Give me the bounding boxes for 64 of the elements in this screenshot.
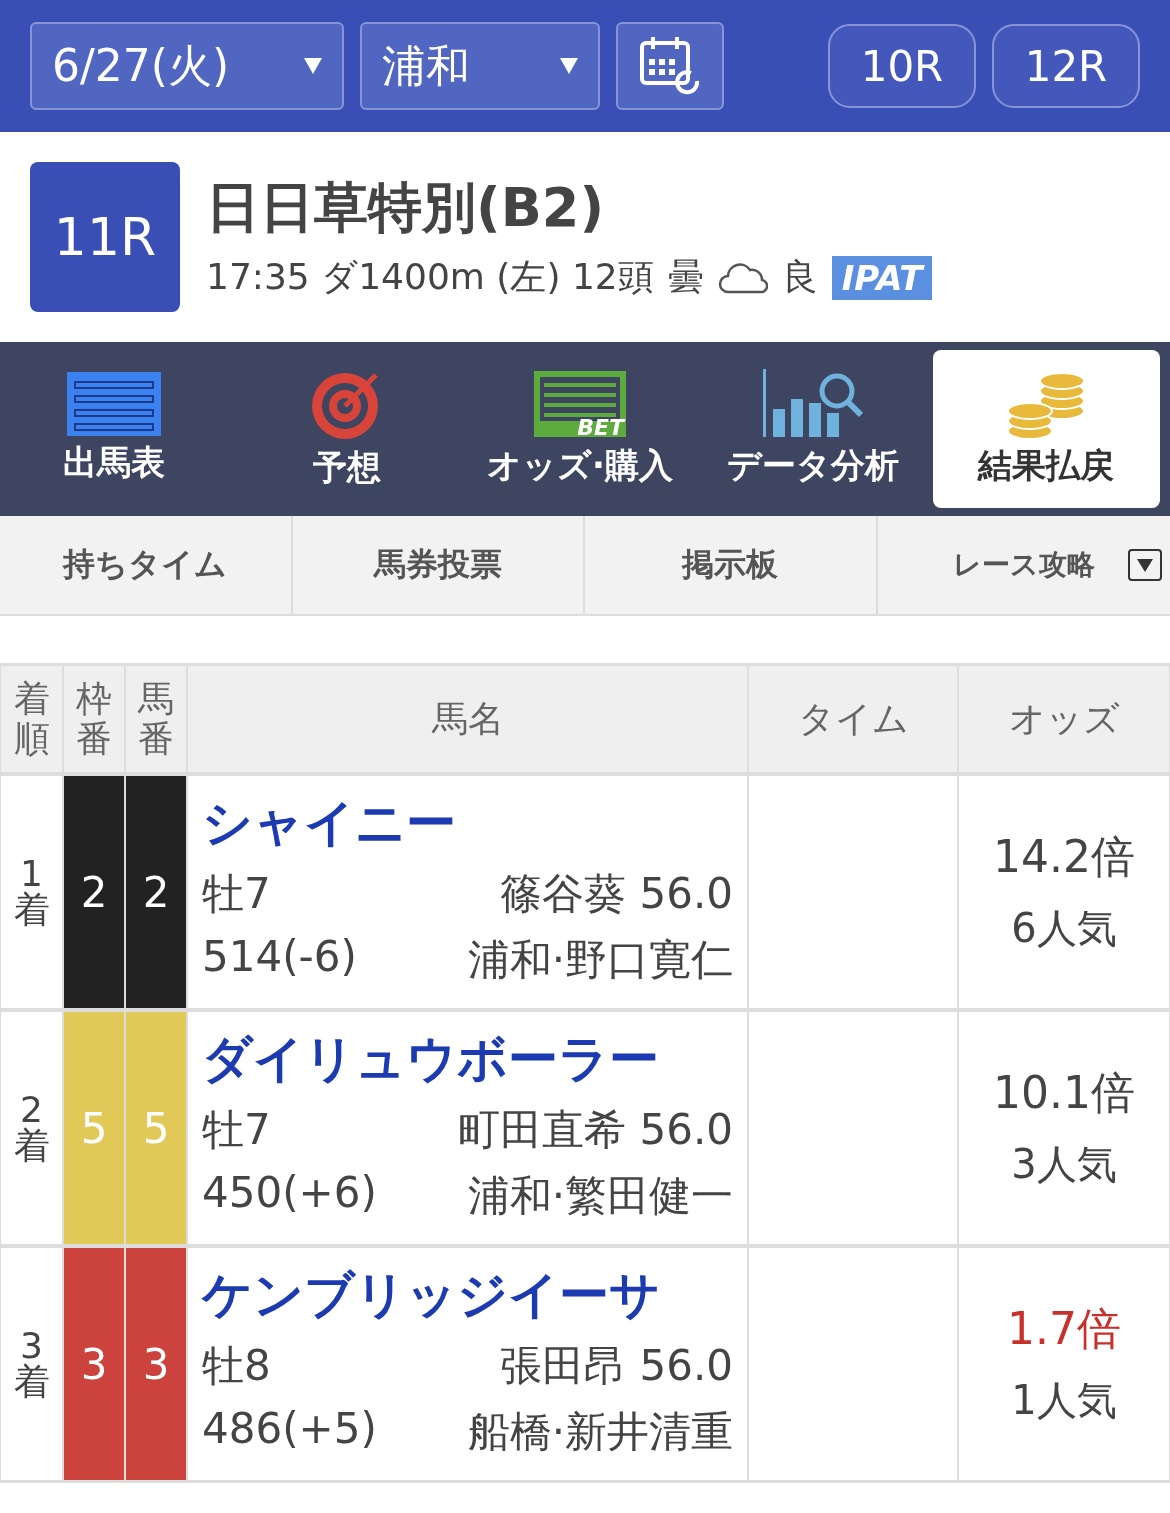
frame-number: 5: [63, 1011, 125, 1247]
calendar-icon: [639, 35, 701, 97]
next-race-button[interactable]: 12R: [992, 24, 1140, 108]
date-dropdown[interactable]: 6/27(火): [30, 22, 344, 110]
nav-tab[interactable]: 予想: [233, 350, 461, 508]
trainer: 浦和·繁田健一: [467, 1170, 733, 1222]
jockey-weight: 張田昂 56.0: [500, 1340, 733, 1392]
sub-tab[interactable]: 掲示板: [585, 516, 878, 614]
trainer: 浦和·野口寛仁: [467, 934, 733, 986]
frame-number: 3: [63, 1247, 125, 1483]
column-header: 馬番: [125, 663, 187, 775]
previous-race-button[interactable]: 10R: [828, 24, 976, 108]
column-header: 着順: [0, 663, 63, 775]
caret-icon: [304, 58, 322, 74]
list-icon: [66, 372, 161, 436]
horse-name[interactable]: ケンブリッジイーサ: [202, 1262, 733, 1329]
dropdown-icon: [1128, 549, 1162, 581]
nav-tab[interactable]: 結果払戻: [932, 350, 1160, 508]
jockey-weight: 町田直希 56.0: [458, 1104, 733, 1156]
column-header: 枠番: [63, 663, 125, 775]
column-header: オッズ: [958, 663, 1170, 775]
calendar-button[interactable]: [616, 22, 724, 110]
chart-search-icon: [763, 369, 864, 439]
horse-number: 2: [125, 775, 187, 1011]
nav-tab[interactable]: BET オッズ·購入: [466, 350, 694, 508]
venue-dropdown[interactable]: 浦和: [360, 22, 600, 110]
finish-place: 2 着: [13, 1092, 50, 1164]
weather-label: 曇: [667, 255, 704, 299]
horse-name[interactable]: ダイリュウボーラー: [202, 1026, 733, 1093]
frame-number: 2: [63, 775, 125, 1011]
odds: 10.1倍: [993, 1066, 1135, 1120]
horse-name[interactable]: シャイニー: [202, 790, 733, 857]
sub-tab[interactable]: 持ちタイム: [0, 516, 293, 614]
race-details: 17:35 ダ1400m (左) 12頭: [206, 255, 654, 299]
odds: 14.2倍: [993, 830, 1135, 884]
sex-age: 牡7: [202, 1104, 271, 1156]
race-name: 日日草特別(B2): [206, 175, 606, 241]
horse-number: 5: [125, 1011, 187, 1247]
race-number: 11R: [30, 162, 180, 312]
sub-tab[interactable]: 馬券投票: [292, 516, 585, 614]
sex-age: 牡8: [202, 1340, 271, 1392]
body-weight: 514(-6): [202, 932, 357, 983]
going-label: 良: [781, 255, 818, 299]
trainer: 船橋·新井清重: [467, 1406, 733, 1458]
sub-tab[interactable]: レース攻略: [877, 516, 1170, 614]
jockey-weight: 篠谷葵 56.0: [500, 868, 733, 920]
nav-tab[interactable]: データ分析: [699, 350, 927, 508]
popularity: 1人気: [1011, 1376, 1117, 1425]
popularity: 3人気: [1011, 1140, 1117, 1189]
column-header: 馬名: [187, 663, 748, 775]
cloud-icon: [717, 261, 768, 294]
body-weight: 450(+6): [202, 1168, 377, 1219]
column-header: タイム: [748, 663, 958, 775]
nav-tab[interactable]: 出馬表: [0, 350, 228, 508]
bet-icon: BET: [532, 369, 628, 439]
sex-age: 牡7: [202, 868, 271, 920]
horse-number: 3: [125, 1247, 187, 1483]
finish-place: 3 着: [13, 1328, 50, 1400]
body-weight: 486(+5): [202, 1404, 377, 1455]
caret-icon: [560, 58, 578, 74]
odds: 1.7倍: [1007, 1302, 1121, 1356]
ipat-badge: IPAT: [831, 255, 933, 300]
finish-place: 1 着: [13, 856, 50, 928]
popularity: 6人気: [1011, 904, 1117, 953]
